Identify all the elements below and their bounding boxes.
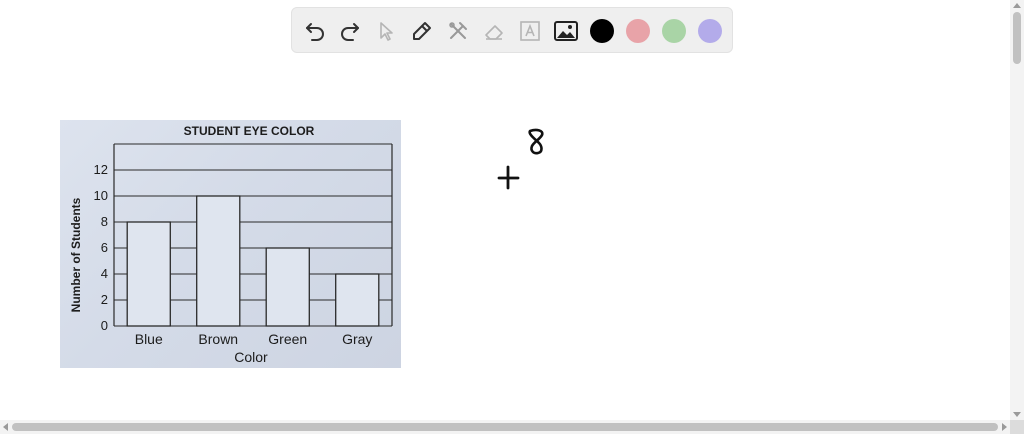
- scroll-up-icon[interactable]: [1013, 3, 1021, 8]
- redo-icon[interactable]: [336, 17, 364, 45]
- scroll-right-icon[interactable]: [1002, 423, 1007, 431]
- x-tick-label: Brown: [198, 331, 238, 347]
- select-pointer-icon[interactable]: [372, 17, 400, 45]
- x-tick-label: Blue: [135, 331, 163, 347]
- image-insert-icon[interactable]: [552, 17, 580, 45]
- x-tick-label: Gray: [342, 331, 372, 347]
- color-green-swatch[interactable]: [662, 19, 686, 43]
- scrollbar-corner: [1010, 420, 1024, 434]
- y-tick-label: 4: [101, 266, 108, 281]
- vertical-scroll-thumb[interactable]: [1013, 12, 1021, 64]
- x-axis-label: Color: [234, 349, 268, 365]
- color-black-swatch[interactable]: [590, 19, 614, 43]
- handwritten-work: [490, 125, 560, 200]
- x-tick-label: Green: [268, 331, 307, 347]
- bar-green: [265, 247, 310, 327]
- scroll-left-icon[interactable]: [3, 423, 8, 431]
- pen-icon[interactable]: [408, 17, 436, 45]
- text-tool-icon[interactable]: [516, 17, 544, 45]
- horizontal-scrollbar[interactable]: [0, 420, 1010, 434]
- color-pink-swatch[interactable]: [626, 19, 650, 43]
- vertical-scrollbar[interactable]: [1010, 0, 1024, 420]
- eraser-icon[interactable]: [480, 17, 508, 45]
- chart-photo: 0 2 4 6 8 10 12 Blue Brown Green Gray STUDENT EYE…: [60, 120, 401, 368]
- bar-gray: [335, 273, 380, 327]
- y-axis-label: Number of Students: [69, 197, 83, 312]
- undo-icon[interactable]: [301, 17, 329, 45]
- color-purple-swatch[interactable]: [698, 19, 722, 43]
- bar-blue: [126, 221, 171, 327]
- whiteboard-canvas[interactable]: 0 2 4 6 8 10 12 Blue Brown Green Gray STUDENT EYE…: [0, 0, 1010, 420]
- shapes-tools-icon[interactable]: [444, 17, 472, 45]
- chart-title: STUDENT EYE COLOR: [184, 124, 315, 138]
- horizontal-scroll-thumb[interactable]: [12, 423, 998, 431]
- y-tick-label: 0: [101, 318, 108, 333]
- y-tick-label: 6: [101, 240, 108, 255]
- y-tick-label: 2: [101, 292, 108, 307]
- drawing-toolbar: [291, 7, 733, 53]
- y-tick-label: 8: [101, 214, 108, 229]
- handwritten-digit-8: [528, 128, 544, 155]
- bar-chart: 0 2 4 6 8 10 12 Blue Brown Green Gray STUDENT EYE…: [69, 124, 393, 365]
- bar-brown: [196, 195, 241, 327]
- y-tick-label: 10: [94, 188, 108, 203]
- scroll-down-icon[interactable]: [1013, 412, 1021, 417]
- handwritten-plus-sign: [497, 165, 520, 190]
- y-tick-label: 12: [94, 162, 108, 177]
